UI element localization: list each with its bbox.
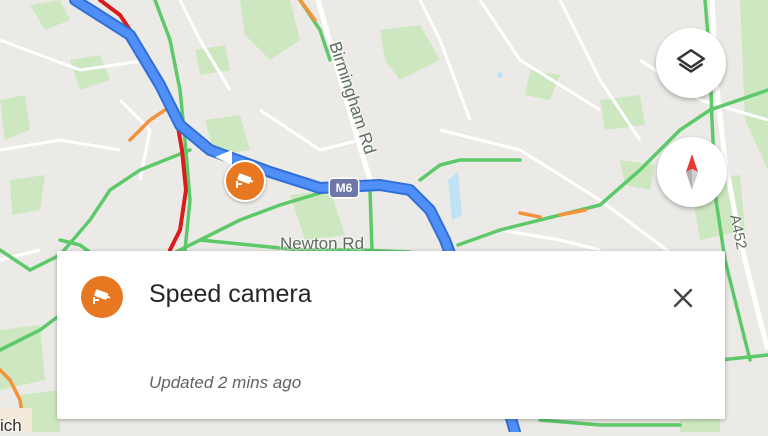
speed-camera-icon	[236, 173, 254, 188]
layers-button[interactable]	[656, 28, 726, 98]
card-updated-time: Updated 2 mins ago	[149, 373, 302, 392]
motorway-shield-m6: M6	[330, 179, 358, 197]
speed-camera-marker[interactable]	[224, 160, 266, 202]
close-icon	[673, 288, 693, 308]
card-speed-camera-badge	[81, 276, 123, 318]
layers-icon	[676, 48, 706, 73]
compass-button[interactable]	[657, 137, 727, 207]
compass-icon	[686, 154, 698, 190]
place-label: ich	[0, 416, 22, 435]
info-card: Speed camera Updated 2 mins ago	[57, 251, 725, 419]
close-button[interactable]	[662, 277, 704, 319]
card-title: Speed camera	[149, 280, 312, 308]
speed-camera-icon	[93, 289, 111, 304]
